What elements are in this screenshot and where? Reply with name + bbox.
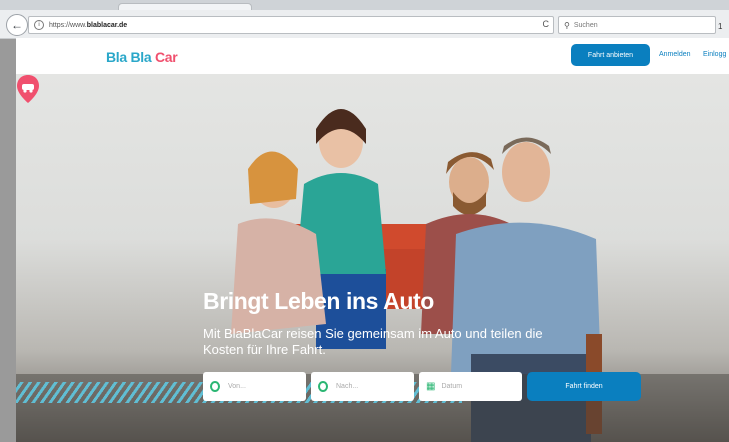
browser-tabstrip (0, 0, 729, 11)
to-location-icon (318, 381, 328, 392)
find-ride-button[interactable]: Fahrt finden (527, 372, 641, 401)
address-bar[interactable]: i https://www. blablacar.de C (28, 16, 554, 34)
login-link[interactable]: Einlogg (703, 51, 726, 58)
url-prefix: https://www. (49, 21, 87, 29)
hero-subtitle: Mit BlaBlaCar reisen Sie gemeinsam im Au… (203, 326, 543, 357)
hero-title: Bringt Leben ins Auto (203, 288, 434, 314)
site-info-icon[interactable]: i (34, 20, 44, 30)
calendar-icon: ▦ (426, 381, 436, 392)
from-input[interactable]: Von... (203, 372, 306, 401)
car-pin-icon (17, 75, 39, 103)
site-header: Bla Bla Car Fahrt anbieten Anmelden Einl… (16, 38, 729, 74)
to-placeholder: Nach... (336, 383, 359, 390)
web-page: Bla Bla Car Fahrt anbieten Anmelden Einl… (16, 38, 729, 442)
toolbar-extra-button[interactable]: 1 (718, 22, 722, 31)
browser-toolbar: ← i https://www. blablacar.de C ⚲ Suchen … (0, 10, 729, 39)
logo-part-1: Bla (106, 49, 127, 65)
url-host: blablacar.de (86, 21, 128, 29)
reload-icon[interactable]: C (543, 19, 550, 29)
back-arrow-glyph: ← (11, 18, 23, 32)
logo-part-3: Car (154, 49, 178, 65)
to-input[interactable]: Nach... (311, 372, 414, 401)
back-arrow-icon[interactable]: ← (6, 14, 28, 36)
blablacar-logo[interactable]: Bla Bla Car (106, 49, 178, 65)
logo-part-2: Bla (130, 49, 152, 65)
from-location-icon (210, 381, 220, 392)
offer-ride-button[interactable]: Fahrt anbieten (571, 44, 650, 66)
browser-search-input[interactable]: ⚲ Suchen (558, 16, 716, 34)
register-link[interactable]: Anmelden (659, 51, 691, 58)
date-placeholder: Datum (441, 383, 463, 390)
search-icon: ⚲ (564, 20, 570, 30)
search-placeholder: Suchen (573, 21, 598, 29)
date-input[interactable]: ▦ Datum (419, 372, 522, 401)
hero-section: Bringt Leben ins Auto Mit BlaBlaCar reis… (16, 74, 729, 442)
from-placeholder: Von... (228, 383, 246, 390)
